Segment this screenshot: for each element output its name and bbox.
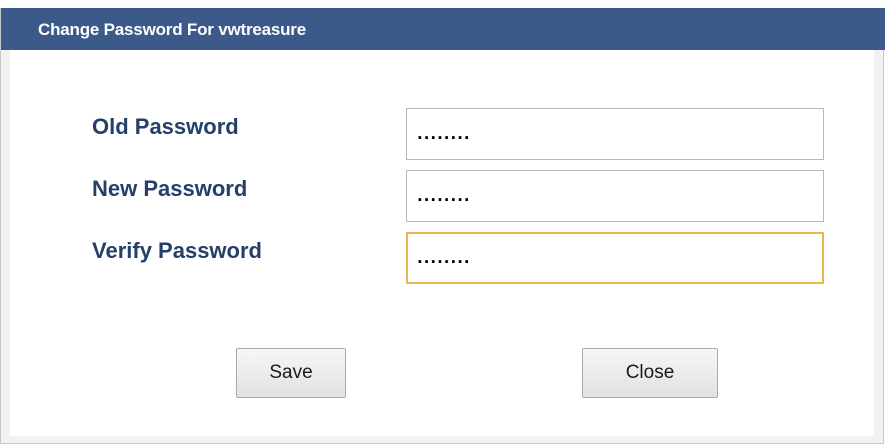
change-password-dialog: Change Password For vwtreasure Old Passw… bbox=[0, 8, 885, 444]
close-button[interactable]: Close bbox=[582, 348, 718, 398]
dialog-titlebar[interactable]: Change Password For vwtreasure bbox=[1, 8, 885, 50]
new-password-label: New Password bbox=[92, 176, 248, 201]
verify-password-label: Verify Password bbox=[92, 238, 262, 263]
dialog-title: Change Password For vwtreasure bbox=[38, 20, 306, 39]
dialog-body: Old Password New Password Verify Passwor… bbox=[10, 50, 874, 436]
save-button[interactable]: Save bbox=[236, 348, 346, 398]
verify-password-field[interactable] bbox=[406, 232, 824, 284]
old-password-field[interactable] bbox=[406, 108, 824, 160]
new-password-field[interactable] bbox=[406, 170, 824, 222]
old-password-label: Old Password bbox=[92, 114, 239, 139]
